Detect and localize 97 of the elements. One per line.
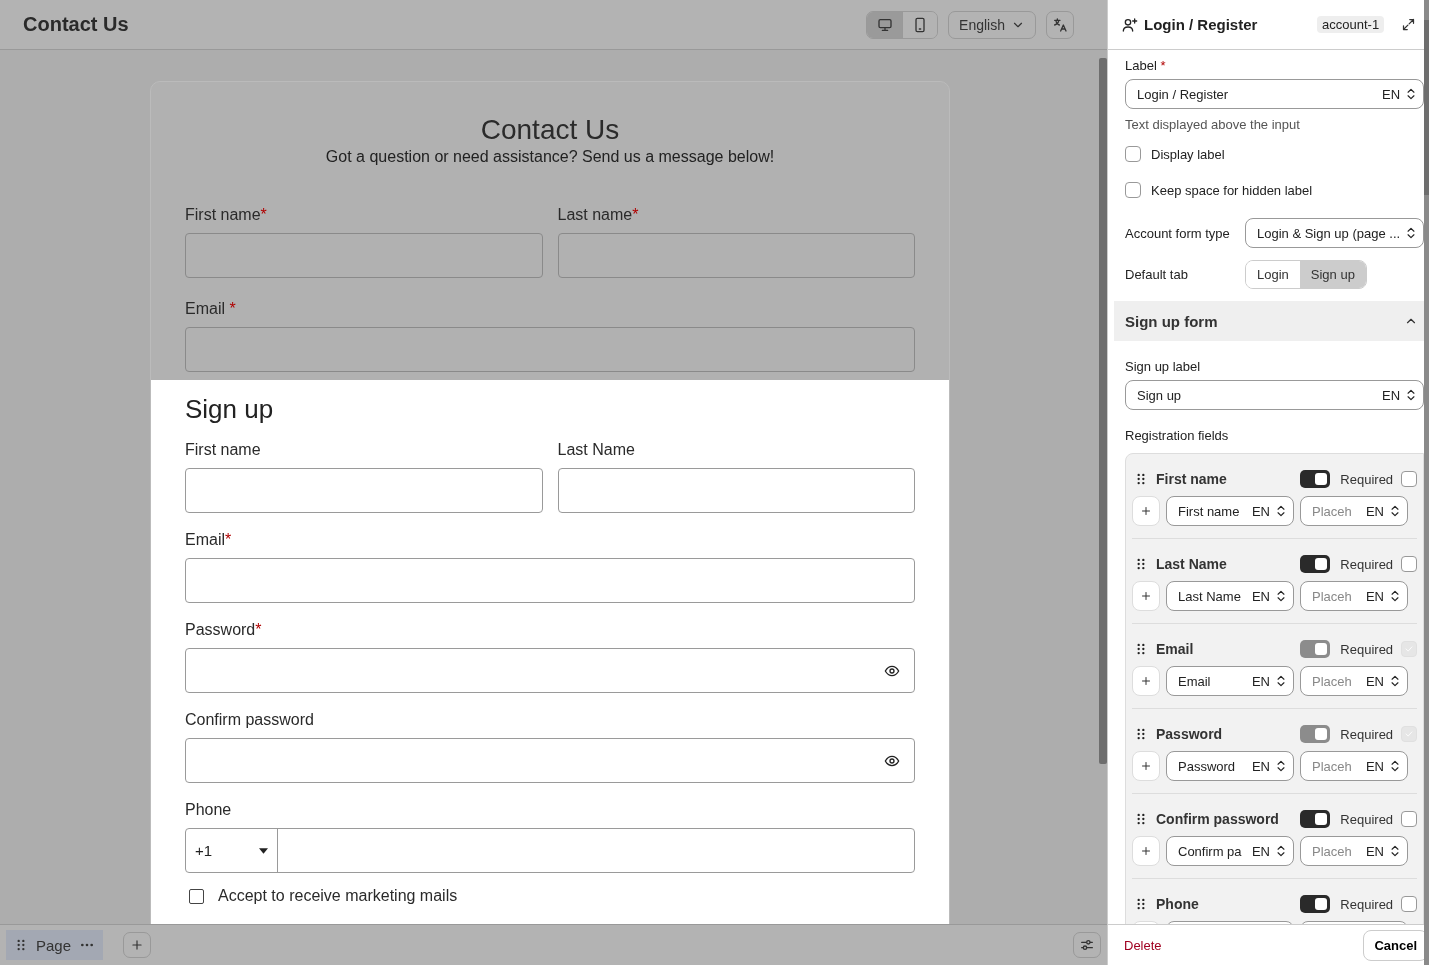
- block-id-tag: account-1: [1317, 16, 1385, 33]
- signup-label-field[interactable]: Sign up EN: [1125, 380, 1425, 410]
- add-button[interactable]: [1132, 751, 1160, 781]
- field-label: First name: [185, 441, 262, 459]
- field-name: Confirm password: [1156, 811, 1280, 827]
- signup-title: Sign up: [185, 394, 275, 425]
- plus-icon: [130, 938, 145, 952]
- delete-link[interactable]: Delete: [1124, 937, 1162, 953]
- translate-button[interactable]: [1046, 10, 1074, 39]
- checkbox[interactable]: [1125, 182, 1141, 198]
- plus-icon: [1140, 505, 1152, 517]
- password-field[interactable]: [185, 738, 915, 783]
- section-header[interactable]: Sign up form: [1114, 301, 1425, 341]
- field-label: Last Name: [557, 441, 636, 459]
- mobile-view-button[interactable]: [902, 11, 938, 38]
- field-label: Confirm password: [185, 711, 315, 729]
- label-field[interactable]: Confirm pa EN: [1166, 836, 1294, 866]
- field-label: Sign up label: [1125, 359, 1202, 374]
- page-title: Contact Us: [23, 13, 130, 36]
- monitor-icon: [876, 16, 893, 33]
- field-name: Password: [1156, 726, 1224, 742]
- field-label: Phone: [185, 801, 233, 819]
- field-label: Email *: [185, 300, 237, 318]
- up-down-chevron-icon: [1388, 504, 1402, 518]
- form-type-dropdown[interactable]: Login & Sign up (page ...: [1245, 218, 1425, 248]
- field-label: Default tab: [1125, 267, 1189, 282]
- field-label: Account form type: [1125, 225, 1231, 241]
- required-checkbox[interactable]: [1401, 896, 1418, 912]
- scrollbar[interactable]: [1099, 58, 1107, 764]
- input-field[interactable]: [557, 468, 915, 513]
- field-label: Password*: [185, 621, 263, 639]
- required-label: Required: [1340, 726, 1394, 742]
- desktop-view-button[interactable]: [867, 11, 903, 38]
- add-button[interactable]: [1132, 836, 1160, 866]
- label-field[interactable]: First name EN: [1166, 496, 1294, 526]
- plus-icon: [1140, 675, 1152, 687]
- input-field[interactable]: [185, 233, 543, 278]
- input-field[interactable]: [185, 558, 915, 603]
- required-label: Required: [1340, 471, 1394, 487]
- check-icon: [1404, 644, 1415, 654]
- add-page-button[interactable]: [123, 932, 152, 958]
- check-icon: [1404, 729, 1415, 739]
- required-label: Required: [1340, 811, 1394, 827]
- add-button[interactable]: [1132, 581, 1160, 611]
- checkbox-label: Keep space for hidden label: [1151, 182, 1313, 198]
- language-dropdown[interactable]: English: [948, 10, 1036, 39]
- required-label: Required: [1340, 556, 1394, 572]
- field-label: First name*: [185, 206, 268, 224]
- add-button[interactable]: [1132, 496, 1160, 526]
- input-field[interactable]: [185, 327, 915, 372]
- toggle-switch[interactable]: [1300, 810, 1331, 828]
- up-down-chevron-icon: [1274, 759, 1288, 773]
- required-label: Required: [1340, 896, 1394, 912]
- toggle-switch[interactable]: [1300, 555, 1331, 573]
- add-button[interactable]: [1132, 666, 1160, 696]
- toggle-switch[interactable]: [1300, 470, 1331, 488]
- checkbox-label: Display label: [1151, 146, 1225, 162]
- required-checkbox[interactable]: [1401, 811, 1418, 827]
- checkbox[interactable]: [1125, 146, 1141, 162]
- panel-title: Login / Register: [1144, 16, 1259, 33]
- required-checkbox[interactable]: [1401, 556, 1418, 572]
- password-field[interactable]: [185, 648, 915, 693]
- settings-button[interactable]: [1073, 932, 1101, 958]
- up-down-chevron-icon: [1274, 504, 1288, 518]
- page-tab[interactable]: Page: [6, 930, 104, 960]
- expand-icon: [1400, 17, 1416, 32]
- plus-icon: [1140, 760, 1152, 772]
- label-field[interactable]: Login / Register EN: [1125, 79, 1425, 109]
- placeholder-field[interactable]: Placeh EN: [1300, 581, 1408, 611]
- checkbox[interactable]: [189, 888, 204, 904]
- plus-icon: [1140, 590, 1152, 602]
- input-field[interactable]: [557, 233, 915, 278]
- user-plus-icon: [1122, 16, 1138, 33]
- sliders-icon: [1079, 937, 1095, 953]
- translate-icon: [1052, 16, 1068, 33]
- form-subtitle: Got a question or need assistance? Send us a message below!: [324, 148, 776, 166]
- up-down-chevron-icon: [1388, 759, 1402, 773]
- plus-icon: [1140, 845, 1152, 857]
- label-field[interactable]: Last Name EN: [1166, 581, 1294, 611]
- field-name: First name: [1156, 471, 1228, 487]
- required-checkbox[interactable]: [1401, 471, 1418, 487]
- placeholder-field[interactable]: Placeh EN: [1300, 836, 1408, 866]
- field-label: Last name*: [557, 206, 640, 224]
- field-label: Email*: [185, 531, 233, 549]
- help-text: Text displayed above the input: [1125, 117, 1301, 132]
- field-name: Email: [1156, 641, 1195, 657]
- required-label: Required: [1340, 641, 1394, 657]
- placeholder-field[interactable]: Placeh EN: [1300, 496, 1408, 526]
- section-label: Registration fields: [1125, 428, 1230, 443]
- toggle-switch[interactable]: [1300, 895, 1331, 913]
- input-field[interactable]: [185, 468, 543, 513]
- form-title: Contact Us: [479, 114, 621, 146]
- field-name: Phone: [1156, 896, 1200, 912]
- field-label: Label *: [1125, 58, 1167, 73]
- checkbox-label: Accept to receive marketing mails: [218, 887, 458, 905]
- tab-option[interactable]: Sign up: [1299, 261, 1366, 288]
- field-name: Last Name: [1156, 556, 1228, 572]
